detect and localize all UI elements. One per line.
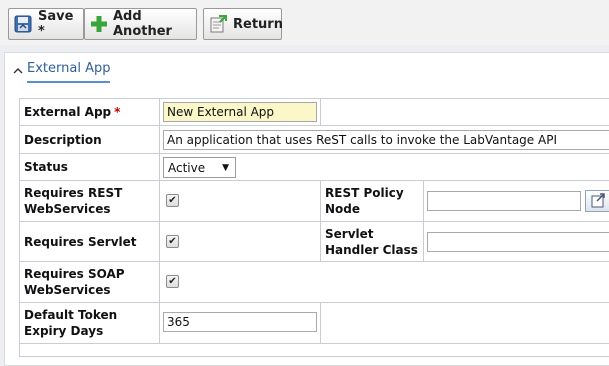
rest-policy-node-input[interactable]: [427, 191, 581, 211]
dropdown-arrow-icon: ▼: [222, 163, 229, 173]
open-lookup-icon[interactable]: [585, 190, 609, 212]
rest-policy-node-value-cell: [424, 181, 609, 222]
return-label: Return: [233, 16, 283, 32]
external-app-label: External App: [24, 105, 112, 119]
add-another-label: Add Another: [113, 9, 172, 39]
requires-soap-label: Requires SOAP WebServices: [24, 267, 125, 297]
add-another-button[interactable]: Add Another: [84, 8, 197, 40]
required-mark: *: [114, 105, 121, 119]
external-app-value-cell: [160, 99, 321, 126]
chevron-up-icon[interactable]: [13, 65, 23, 75]
plus-icon: [90, 15, 108, 33]
description-label-cell: Description: [20, 126, 160, 154]
token-expiry-label-cell: Default Token Expiry Days: [20, 303, 160, 344]
external-app-form: External App * Description Status Active: [19, 98, 609, 357]
requires-soap-label-cell: Requires SOAP WebServices: [20, 262, 160, 303]
token-expiry-input[interactable]: [163, 312, 317, 332]
requires-rest-value-cell: ✔: [160, 181, 321, 222]
requires-rest-label-cell: Requires REST WebServices: [20, 181, 160, 222]
servlet-handler-class-label-cell: Servlet Handler Class: [321, 222, 424, 262]
token-expiry-value-cell: [160, 303, 321, 344]
requires-servlet-value-cell: ✔: [160, 222, 321, 262]
status-label: Status: [24, 160, 68, 174]
requires-servlet-label-cell: Requires Servlet: [20, 222, 160, 262]
description-input[interactable]: [163, 130, 609, 150]
external-app-section: External App External App * Description …: [4, 52, 609, 366]
rest-policy-node-label-cell: REST Policy Node: [321, 181, 424, 222]
empty-cell: [321, 303, 609, 344]
requires-soap-checkbox[interactable]: ✔: [166, 275, 179, 288]
rest-policy-node-label: REST Policy Node: [325, 186, 404, 216]
empty-cell: [321, 99, 609, 126]
content-area: External App External App * Description …: [0, 45, 609, 366]
status-selected-value: Active: [168, 160, 206, 175]
save-button[interactable]: Save *: [8, 8, 84, 40]
token-expiry-label: Default Token Expiry Days: [24, 308, 118, 338]
status-label-cell: Status: [20, 154, 160, 181]
return-icon: [209, 15, 227, 33]
return-button[interactable]: Return: [203, 8, 283, 40]
requires-servlet-label: Requires Servlet: [24, 234, 137, 249]
status-select[interactable]: Active ▼: [163, 157, 236, 178]
section-title[interactable]: External App: [27, 61, 111, 83]
servlet-handler-class-label: Servlet Handler Class: [325, 226, 418, 257]
servlet-handler-class-input[interactable]: [427, 232, 609, 252]
save-label: Save *: [38, 9, 74, 39]
requires-servlet-checkbox[interactable]: ✔: [166, 235, 179, 248]
requires-rest-label: Requires REST WebServices: [24, 186, 123, 216]
external-app-input[interactable]: [163, 102, 317, 122]
servlet-handler-class-value-cell: [424, 222, 609, 262]
status-value-cell: Active ▼: [160, 154, 609, 181]
requires-rest-checkbox[interactable]: ✔: [166, 194, 179, 207]
save-icon: [14, 15, 32, 33]
toolbar: Save * Add Another Return: [0, 0, 609, 45]
description-value-cell: [160, 126, 609, 154]
requires-soap-value-cell: ✔: [160, 262, 609, 303]
external-app-label-cell: External App *: [20, 99, 160, 126]
description-label: Description: [24, 132, 102, 147]
